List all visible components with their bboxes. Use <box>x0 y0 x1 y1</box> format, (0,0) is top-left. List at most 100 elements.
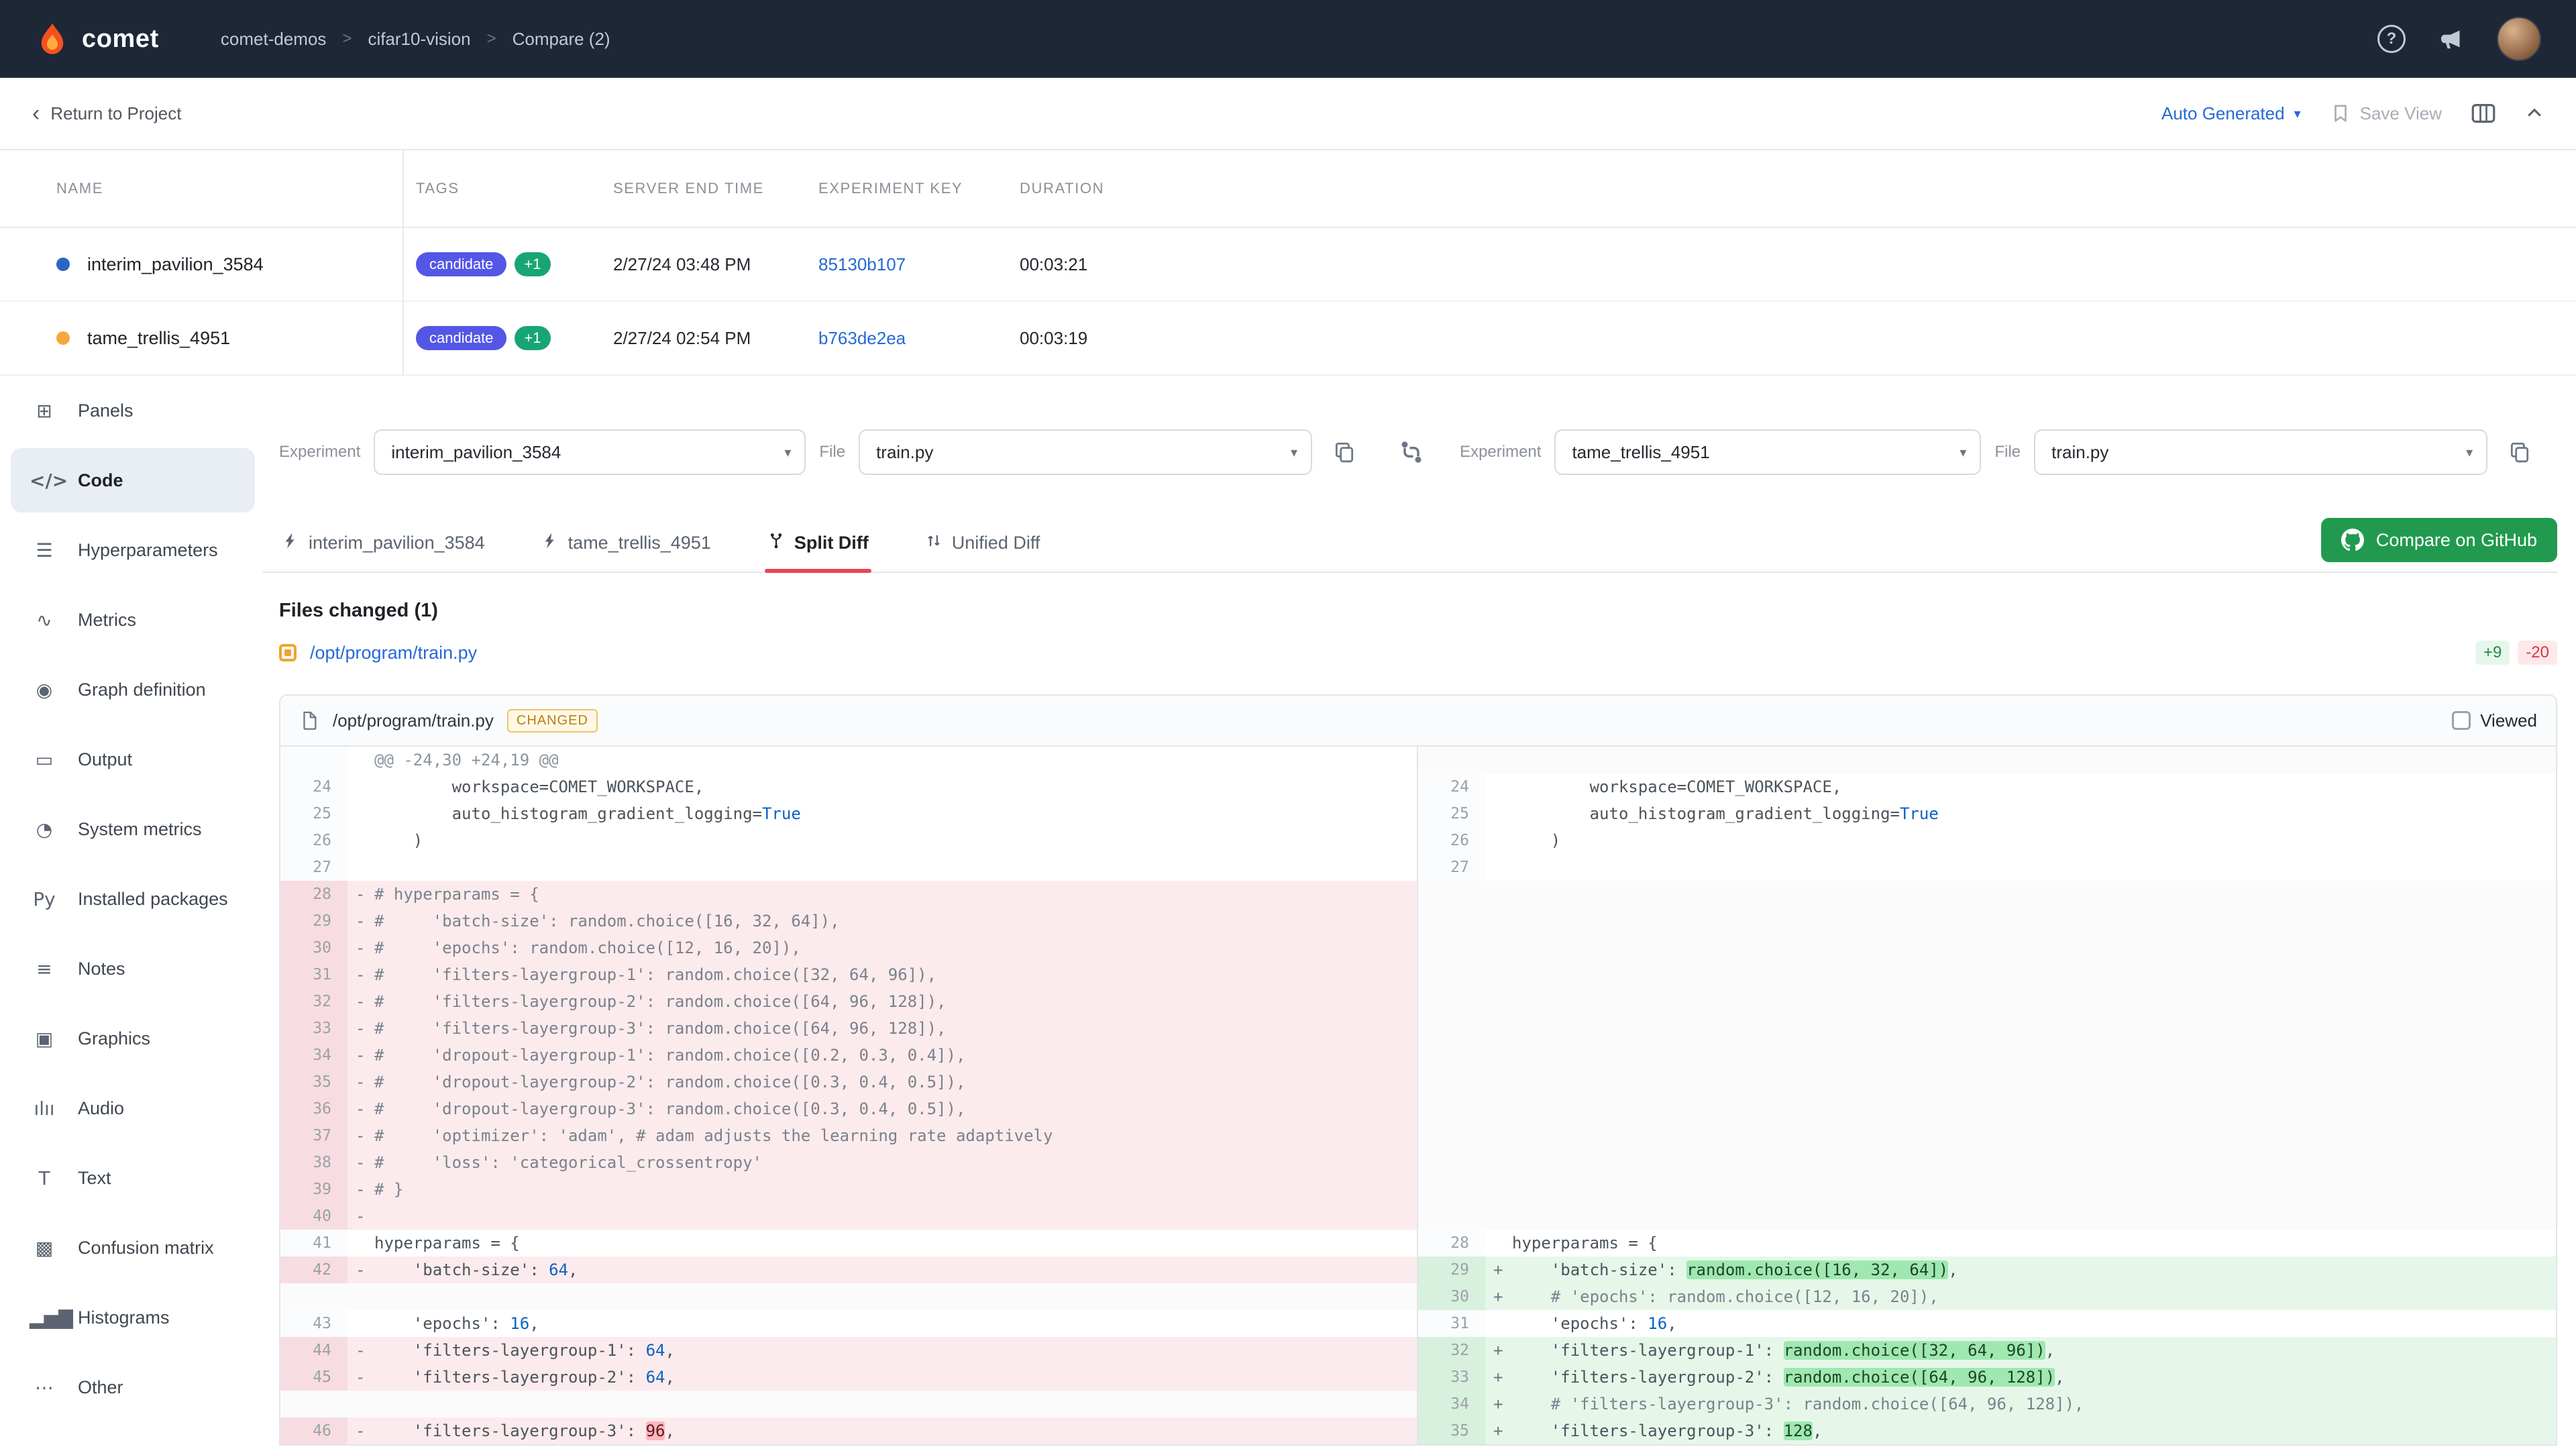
line-number: 35 <box>280 1069 347 1095</box>
copy-file-left-button[interactable] <box>1326 433 1363 471</box>
line-number: 38 <box>280 1149 347 1176</box>
line-number: 29 <box>1418 1256 1485 1283</box>
line-number: 25 <box>1418 800 1485 827</box>
save-view-button[interactable]: Save View <box>2330 103 2442 124</box>
sidebar-item-notes[interactable]: ≡Notes <box>11 936 255 1001</box>
table-body: interim_pavilion_3584 candidate +1 2/27/24 … <box>0 228 2576 376</box>
file-select-left[interactable]: train.py ▾ <box>859 429 1312 475</box>
line-number: 39 <box>280 1176 347 1203</box>
breadcrumb-item-compare-2[interactable]: Compare (2) <box>513 29 610 50</box>
breadcrumb-item-cifar10-vision[interactable]: cifar10-vision <box>368 29 470 50</box>
line-number: 27 <box>1418 854 1485 881</box>
tag-chip[interactable]: candidate <box>416 252 506 276</box>
table-row[interactable]: interim_pavilion_3584candidate+12/27/24 … <box>0 228 2576 302</box>
sidebar-item-panels[interactable]: ⊞Panels <box>11 378 255 443</box>
left-diff-line: 28-# hyperparams = { <box>280 881 1417 908</box>
sidebar-item-graphics[interactable]: ▣Graphics <box>11 1006 255 1071</box>
sidebar-item-label: Panels <box>78 400 133 421</box>
code-text <box>1485 1176 2556 1203</box>
sidebar-item-graph-definition[interactable]: ◉Graph definition <box>11 657 255 722</box>
code-token: , <box>529 1314 539 1333</box>
file-select-right[interactable]: train.py ▾ <box>2034 429 2487 475</box>
tag-chip[interactable]: candidate <box>416 326 506 350</box>
diff-marker: - <box>356 1337 374 1364</box>
table-layout-icon[interactable] <box>2471 101 2496 125</box>
code-token: 64 <box>646 1368 665 1387</box>
sidebar-item-hyperparameters[interactable]: ☰Hyperparameters <box>11 518 255 582</box>
comet-logo[interactable]: comet <box>35 21 159 56</box>
viewed-checkbox[interactable] <box>2452 711 2471 730</box>
sidebar-item-histograms[interactable]: ▂▅▇Histograms <box>11 1285 255 1350</box>
sidebar-item-metrics[interactable]: ∿Metrics <box>11 588 255 652</box>
diff-marker: - <box>356 1364 374 1391</box>
experiment-name[interactable]: tame_trellis_4951 <box>87 328 230 349</box>
tag-count-chip[interactable]: +1 <box>515 326 550 350</box>
sidebar-item-confusion-matrix[interactable]: ▩Confusion matrix <box>11 1216 255 1280</box>
sidebar-item-installed-packages[interactable]: PyInstalled packages <box>11 867 255 931</box>
view-selector-dropdown[interactable]: Auto Generated ▾ <box>2161 103 2301 124</box>
experiments-table: NAMETAGSSERVER END TIMEEXPERIMENT KEYDUR… <box>0 150 2576 376</box>
name-cell: interim_pavilion_3584 <box>0 254 402 275</box>
code-text: + 'filters-layergroup-1': random.choice(… <box>1485 1337 2556 1364</box>
duration-cell: 00:03:21 <box>1006 254 2576 275</box>
code-text: -# 'filters-layergroup-1': random.choice… <box>347 961 1417 988</box>
deletions-badge: -20 <box>2518 641 2557 665</box>
code-token: random.choice([64, 96, 128]) <box>1784 1368 2055 1387</box>
experiment-name[interactable]: interim_pavilion_3584 <box>87 254 264 275</box>
sidebar-item-audio[interactable]: ılııAudio <box>11 1076 255 1140</box>
diff-marker: - <box>356 1069 374 1095</box>
diff-marker: - <box>356 1042 374 1069</box>
return-to-project-link[interactable]: ‹ Return to Project <box>32 102 181 125</box>
sidebar-item-output[interactable]: ▭Output <box>11 727 255 792</box>
experiment-key-link[interactable]: b763de2ea <box>818 328 906 349</box>
sidebar-item-system-metrics[interactable]: ◔System metrics <box>11 797 255 861</box>
right-diff-line <box>1418 747 2556 773</box>
server-end-time-cell: 2/27/24 02:54 PM <box>600 328 805 349</box>
code-text <box>1485 1015 2556 1042</box>
diff-marker: - <box>356 1203 374 1230</box>
experiment-select-right[interactable]: tame_trellis_4951 ▾ <box>1554 429 1981 475</box>
sidebar-item-label: Output <box>78 749 132 770</box>
tag-count-chip[interactable]: +1 <box>515 252 550 276</box>
copy-file-right-button[interactable] <box>2501 433 2538 471</box>
sidebar-item-label: Text <box>78 1168 111 1189</box>
code-text: -# 'filters-layergroup-2': random.choice… <box>347 988 1417 1015</box>
line-number <box>280 747 347 773</box>
sidebar-item-text[interactable]: TText <box>11 1146 255 1210</box>
whats-new-icon[interactable] <box>2438 25 2465 52</box>
collapse-panel-icon[interactable] <box>2525 104 2544 123</box>
experiment-select-left[interactable]: interim_pavilion_3584 ▾ <box>374 429 806 475</box>
tab-tame-trellis-4951[interactable]: tame_trellis_4951 <box>539 519 714 572</box>
right-diff-line: 30+ # 'epochs': random.choice([12, 16, 2… <box>1418 1283 2556 1310</box>
chevron-down-icon: ▾ <box>2294 105 2301 122</box>
compare-on-github-button[interactable]: Compare on GitHub <box>2321 518 2557 562</box>
right-diff-line <box>1418 1149 2556 1176</box>
right-diff-line <box>1418 1042 2556 1069</box>
line-number <box>1418 881 1485 908</box>
tab-interim-pavilion-3584[interactable]: interim_pavilion_3584 <box>279 519 488 572</box>
diff-marker <box>356 1310 374 1337</box>
tab-unified-diff[interactable]: Unified Diff <box>922 519 1043 572</box>
line-number <box>280 1283 347 1310</box>
code-token: # 'batch-size': random.choice([16, 32, 6… <box>374 912 840 930</box>
tab-split-diff[interactable]: Split Diff <box>765 519 871 572</box>
experiment-key-link[interactable]: 85130b107 <box>818 254 906 275</box>
changed-file-link[interactable]: /opt/program/train.py <box>310 643 477 663</box>
help-icon[interactable]: ? <box>2377 25 2406 53</box>
diff-marker <box>356 800 374 827</box>
hyperparameters-icon: ☰ <box>30 539 59 561</box>
diff-card: /opt/program/train.py CHANGED Viewed @@ … <box>279 694 2557 1446</box>
sidebar-item-code[interactable]: </>Code <box>11 448 255 513</box>
sidebar-item-other[interactable]: ⋯Other <box>11 1355 255 1419</box>
right-diff-line: 32+ 'filters-layergroup-1': random.choic… <box>1418 1337 2556 1364</box>
breadcrumb-item-comet-demos[interactable]: comet-demos <box>221 29 327 50</box>
diff-marker <box>1493 1230 1512 1256</box>
code-token: hyperparams = { <box>1512 1234 1658 1252</box>
code-token: # 'dropout-layergroup-3': random.choice(… <box>374 1099 965 1118</box>
diff-marker <box>1493 854 1512 881</box>
table-row[interactable]: tame_trellis_4951 candidate +1 2/27/24 02:5… <box>0 302 2576 376</box>
code-token: ) <box>374 831 423 850</box>
left-diff-line: 29-# 'batch-size': random.choice([16, 32… <box>280 908 1417 934</box>
user-avatar[interactable] <box>2497 17 2541 61</box>
duration-cell: 00:03:19 <box>1006 328 2576 349</box>
